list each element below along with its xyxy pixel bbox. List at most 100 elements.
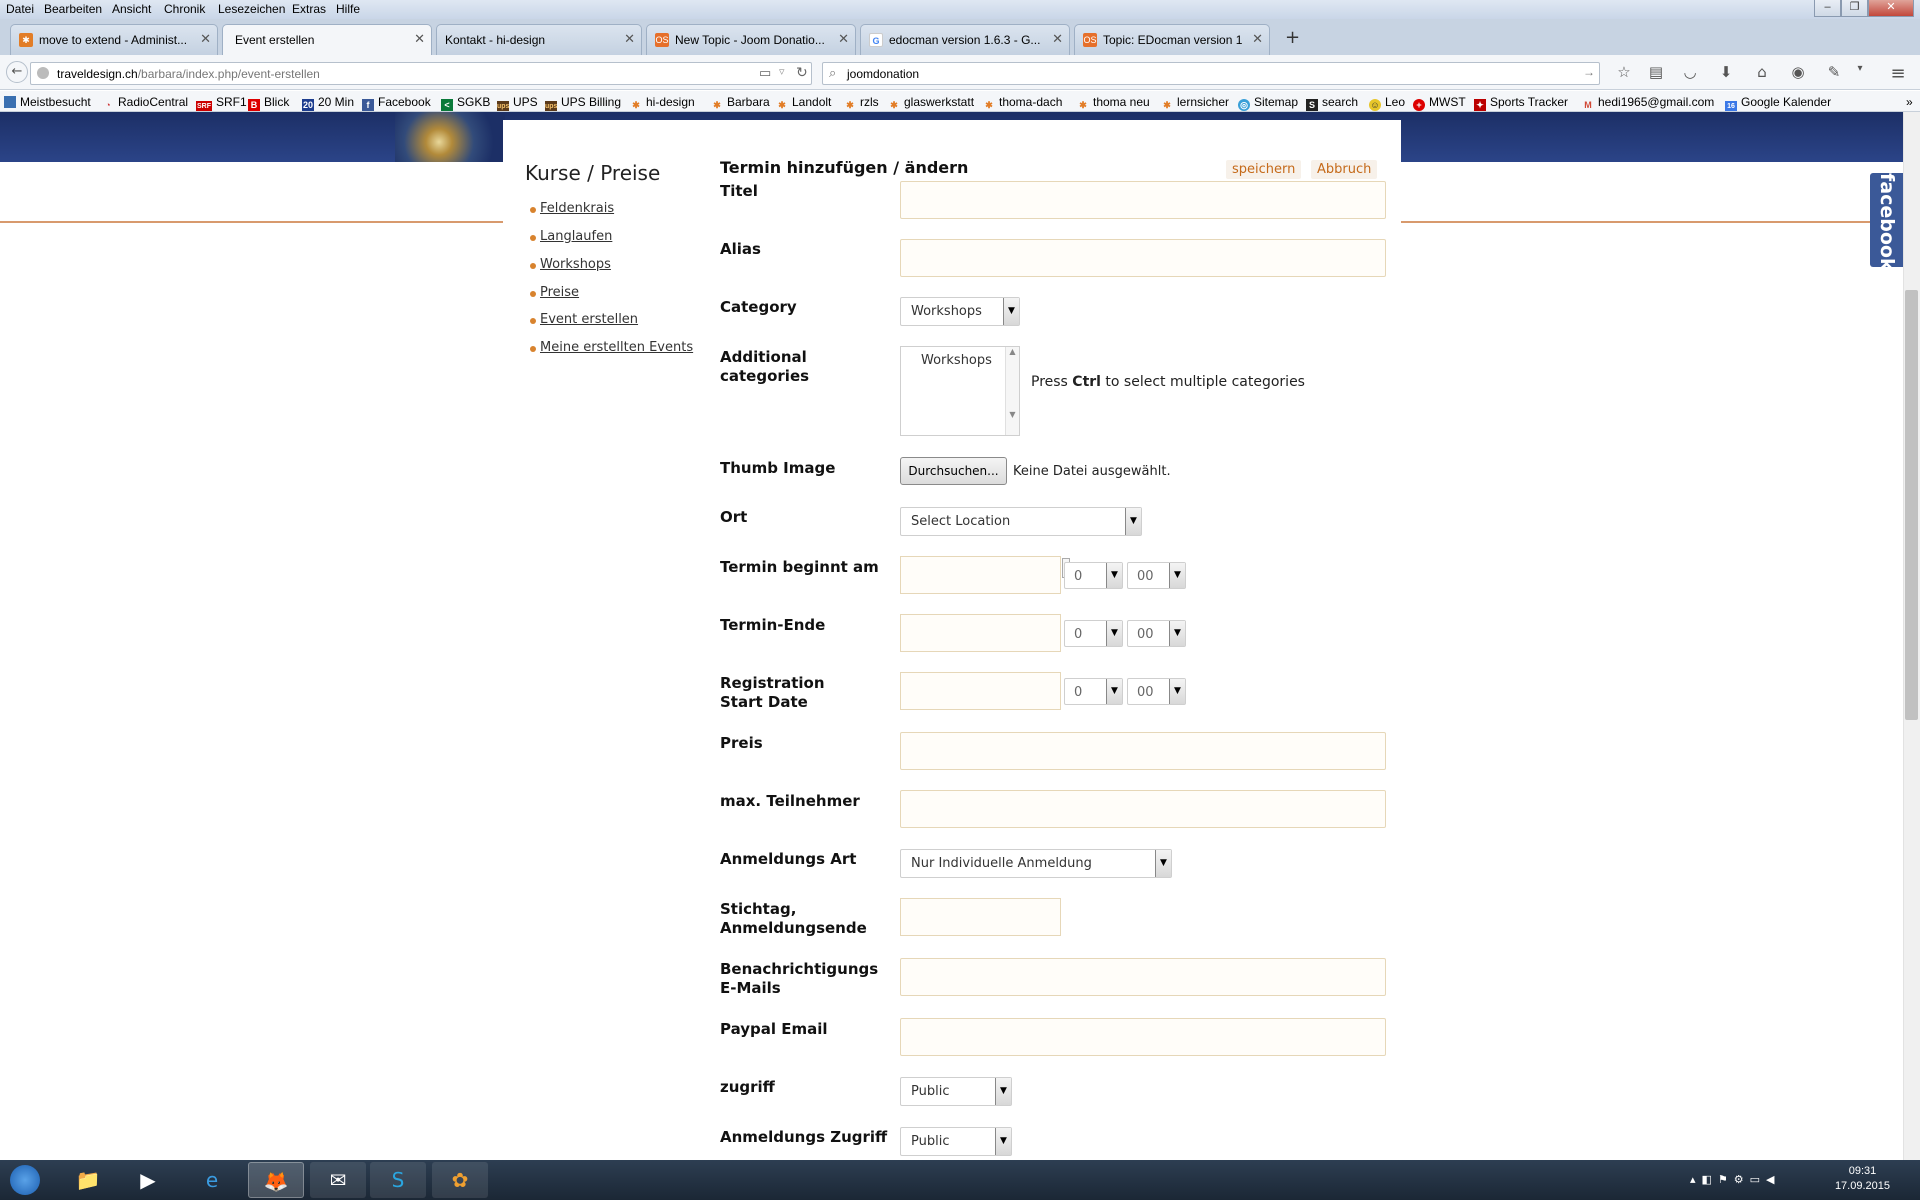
bookmark-20min[interactable]: 20 20 Min [302,95,354,111]
clock[interactable]: 09:31 17.09.2015 [1835,1164,1890,1194]
menu-ansicht[interactable]: Ansicht [112,2,151,16]
tab-move-to-extend[interactable]: ✱ move to extend - Administ... ✕ [10,24,218,55]
pocket-icon[interactable]: ◡ [1680,63,1700,81]
preis-input[interactable] [900,732,1386,770]
bookmark-landolt[interactable]: ✱ Landolt [776,95,831,111]
sidebar-item-meine-events[interactable]: Meine erstellten Events [540,340,693,355]
bookmark-search[interactable]: Ssearch [1306,95,1358,111]
bookmark-lernsicher[interactable]: ✱ lernsicher [1161,95,1229,111]
history-dropdown-icon[interactable]: ▿ [779,65,785,78]
category-select[interactable]: Workshops ▼ [900,297,1020,326]
tab-event-erstellen[interactable]: Event erstellen ✕ [222,24,432,56]
menu-extras[interactable]: Extras [292,2,326,16]
facebook-widget[interactable]: facebook [1870,173,1904,271]
sidebar-item-langlaufen[interactable]: Langlaufen [540,229,612,244]
anmeldungs-art-select[interactable]: Nur Individuelle Anmeldung ▼ [900,849,1172,878]
reader-icon[interactable]: ▭ [759,65,771,81]
end-hour-select[interactable]: 0 ▼ [1064,620,1123,647]
bookmark-sitemap[interactable]: ◎ Sitemap [1238,95,1298,111]
minimize-button[interactable]: – [1814,0,1841,17]
menu-icon[interactable]: ≡ [1888,63,1908,84]
bookmark-barbara[interactable]: ✱ Barbara [711,95,769,111]
bookmark-rzls[interactable]: ✱ rzls [844,95,878,111]
internet-explorer-icon[interactable]: e [184,1162,240,1198]
bookmarks-list-icon[interactable]: ▤ [1646,63,1666,81]
close-icon[interactable]: ✕ [1252,31,1263,47]
search-go-icon[interactable]: → [1583,65,1595,79]
search-bar[interactable]: ⌕ joomdonation → [822,62,1600,85]
alias-input[interactable] [900,239,1386,277]
url-bar[interactable]: traveldesign.ch/barbara/index.php/event-… [30,62,812,85]
close-window-button[interactable]: ✕ [1868,0,1914,17]
end-minute-select[interactable]: 00 ▼ [1127,620,1186,647]
scrollbar[interactable]: ▲ ▼ [1005,347,1019,435]
notification-emails-input[interactable] [900,958,1386,996]
media-player-icon[interactable]: ▶ [120,1162,176,1198]
close-icon[interactable]: ✕ [200,31,211,47]
mail-icon[interactable]: ✉ [310,1162,366,1198]
titel-input[interactable] [900,181,1386,219]
home-icon[interactable]: ⌂ [1752,63,1772,81]
close-icon[interactable]: ✕ [414,31,425,47]
bookmark-facebook[interactable]: f Facebook [362,95,431,111]
bookmark-leo[interactable]: ☺ Leo [1369,95,1405,111]
maximize-button[interactable]: ❐ [1841,0,1868,17]
bookmark-thoma-dach[interactable]: ✱ thoma-dach [983,95,1062,111]
start-hour-select[interactable]: 0 ▼ [1064,562,1123,589]
menu-datei[interactable]: Datei [6,2,34,16]
addon-icon[interactable]: ✎ [1824,63,1844,81]
tab-kontakt[interactable]: Kontakt - hi-design ✕ [436,24,642,55]
start-date-input[interactable] [900,556,1061,594]
bookmark-blick[interactable]: B Blick [248,95,289,111]
start-minute-select[interactable]: 00 ▼ [1127,562,1186,589]
bookmark-star-icon[interactable]: ☆ [1614,63,1634,81]
firefox-icon[interactable]: 🦊 [248,1162,304,1198]
download-icon[interactable]: ⬇ [1716,63,1736,81]
bookmark-radiocentral[interactable]: ◔ RadioCentral [102,95,188,111]
additional-categories-list[interactable]: Workshops ▲ ▼ [900,346,1020,436]
new-tab-icon[interactable]: + [1285,27,1300,48]
browse-button[interactable]: Durchsuchen... [900,457,1007,485]
sidebar-item-workshops[interactable]: Workshops [540,257,611,272]
reg-hour-select[interactable]: 0 ▼ [1064,678,1123,705]
bookmark-thoma-neu[interactable]: ✱ thoma neu [1077,95,1150,111]
stichtag-input[interactable] [900,898,1061,936]
bookmark-srf1[interactable]: SRF SRF1 [196,95,247,111]
location-select[interactable]: Select Location ▼ [900,507,1142,536]
chat-icon[interactable]: ◉ [1788,63,1808,81]
sidebar-item-feldenkrais[interactable]: Feldenkrais [540,201,614,216]
end-date-input[interactable] [900,614,1061,652]
registration-access-select[interactable]: Public ▼ [900,1127,1012,1156]
bookmark-hi-design[interactable]: ✱ hi-design [630,95,694,111]
close-icon[interactable]: ✕ [1052,31,1063,47]
registration-start-input[interactable] [900,672,1061,710]
tab-new-topic[interactable]: OS New Topic - Joom Donatio... ✕ [646,24,856,55]
bookmark-ups[interactable]: ups UPS [497,95,538,111]
menu-lesezeichen[interactable]: Lesezeichen [218,2,285,16]
tab-topic-edocman[interactable]: OS Topic: EDocman version 1.... ✕ [1074,24,1270,55]
bookmark-ups-billing[interactable]: ups UPS Billing [545,95,621,111]
menu-hilfe[interactable]: Hilfe [336,2,360,16]
scrollbar-thumb[interactable] [1905,290,1918,720]
paint-icon[interactable]: ✿ [432,1162,488,1198]
bookmarks-overflow-icon[interactable]: » [1906,95,1913,109]
back-icon[interactable]: ← [6,61,28,83]
menu-bearbeiten[interactable]: Bearbeiten [44,2,102,16]
sidebar-item-preise[interactable]: Preise [540,285,579,300]
bookmark-glaswerkstatt[interactable]: ✱ glaswerkstatt [888,95,974,111]
bookmark-google-kalender[interactable]: 16 Google Kalender [1725,95,1831,111]
sidebar-item-event-erstellen[interactable]: Event erstellen [540,312,638,327]
reload-icon[interactable]: ↻ [796,64,808,81]
save-button[interactable]: speichern [1226,160,1302,179]
menu-chronik[interactable]: Chronik [164,2,205,16]
bookmark-mwst[interactable]: + MWST [1413,95,1466,111]
access-select[interactable]: Public ▼ [900,1077,1012,1106]
bookmark-meistbesucht[interactable]: Meistbesucht [4,95,91,109]
addon-dropdown-icon[interactable]: ▾ [1850,63,1870,74]
cancel-button[interactable]: Abbruch [1311,160,1378,179]
search-input[interactable]: joomdonation [847,67,919,81]
bookmark-sgkb[interactable]: < SGKB [441,95,490,111]
skype-icon[interactable]: S [370,1162,426,1198]
start-button[interactable] [0,1162,50,1198]
bookmark-sports-tracker[interactable]: ✦ Sports Tracker [1474,95,1568,111]
